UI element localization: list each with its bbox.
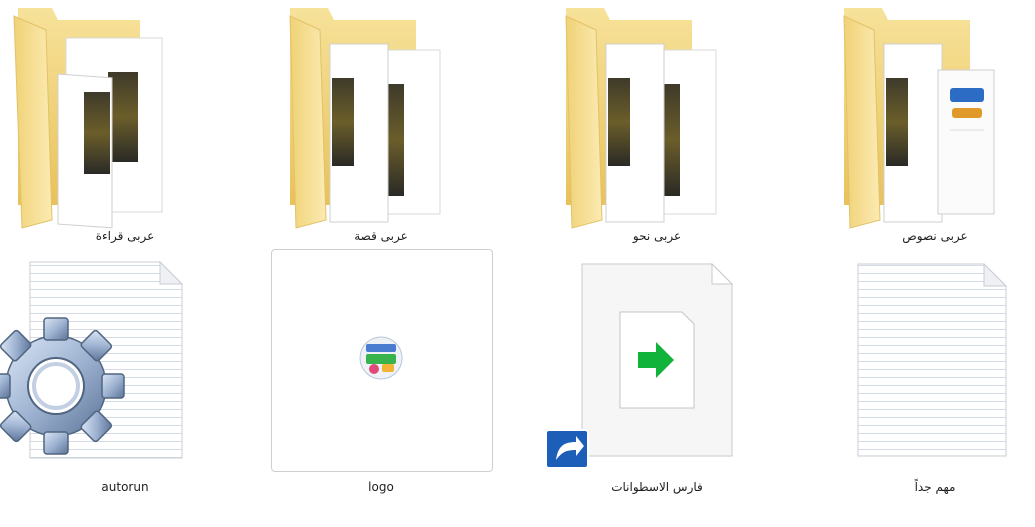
folder-item-arabic-reading[interactable]: عربى قراءة [0,0,250,260]
folder-with-film-icon [289,8,441,229]
item-label: autorun [101,480,149,494]
gear-text-file-icon [0,260,184,459]
shortcut-item-fares[interactable]: فارس الاسطوانات [532,258,782,518]
folder-with-book-icon [843,8,995,229]
item-label: عربى قراءة [95,229,155,243]
folder-with-film-icon [565,8,717,229]
item-label: عربى نحو [632,229,682,243]
file-item-logo[interactable]: logo [256,258,506,518]
item-label: عربى قصة [354,229,408,243]
file-item-autorun[interactable]: autorun [0,258,250,518]
shortcut-arrow-icon [545,262,734,469]
logo-image-icon [359,336,403,380]
file-item-very-important[interactable]: مهم جداً [810,258,1035,518]
folder-with-film-icon [13,8,163,229]
item-label: فارس الاسطوانات [611,480,703,494]
item-label: logo [368,480,394,494]
folder-item-arabic-story[interactable]: عربى قصة [256,0,506,260]
item-label: عربى نصوص [902,229,968,243]
folder-item-arabic-texts[interactable]: عربى نصوص [810,0,1035,260]
text-document-icon [857,262,1008,457]
folder-item-arabic-grammar[interactable]: عربى نحو [532,0,782,260]
item-label: مهم جداً [914,480,956,494]
